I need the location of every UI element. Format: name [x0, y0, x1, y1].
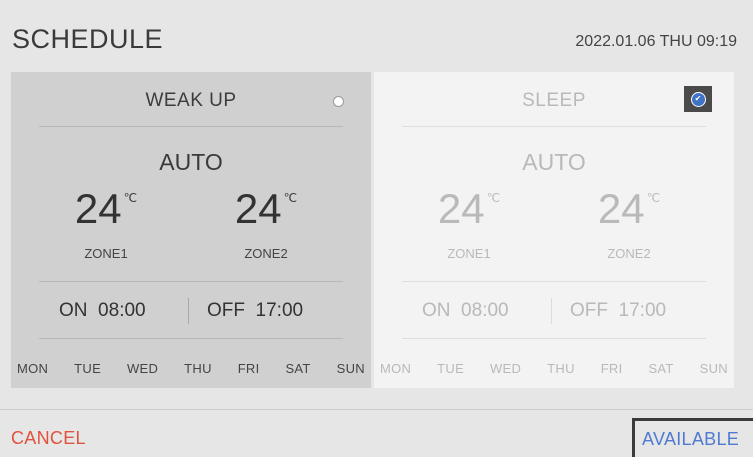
day-fri: FRI — [237, 361, 260, 376]
selected-checkbox[interactable]: ✔ — [684, 86, 712, 112]
schedule-card-weak-up[interactable]: WEAK UP AUTO 24 ℃ 24 ℃ ZONE1 ZONE2 ON 08:0… — [11, 72, 371, 388]
header: SCHEDULE 2022.01.06 THU 09:19 — [0, 0, 753, 68]
radio-empty-icon[interactable] — [333, 96, 344, 107]
day-tue: TUE — [437, 361, 465, 376]
celsius-unit: ℃ — [283, 191, 298, 205]
day-mon: MON — [17, 361, 49, 376]
divider — [39, 338, 343, 339]
off-time: OFF 17:00 — [207, 300, 304, 321]
divider — [39, 281, 343, 282]
zone2-temperature: 24 ℃ — [597, 185, 661, 232]
cancel-button[interactable]: CANCEL — [11, 428, 86, 449]
weekday-row: MON TUE WED THU FRI SAT SUN — [380, 361, 728, 376]
day-sat: SAT — [648, 361, 674, 376]
day-wed: WED — [489, 361, 522, 376]
day-mon: MON — [380, 361, 412, 376]
on-time: ON 08:00 — [59, 300, 146, 321]
day-tue: TUE — [74, 361, 102, 376]
divider — [402, 281, 706, 282]
divider — [39, 126, 343, 127]
zone2-temperature: 24 ℃ — [234, 185, 298, 232]
zone1-label: ZONE1 — [447, 246, 491, 261]
zone2-label: ZONE2 — [244, 246, 288, 261]
schedule-name: WEAK UP — [145, 90, 237, 111]
day-thu: THU — [184, 361, 212, 376]
page-title: SCHEDULE — [12, 24, 164, 54]
mode-label: AUTO — [522, 149, 586, 175]
mode-label: AUTO — [159, 149, 223, 175]
day-fri: FRI — [600, 361, 623, 376]
celsius-unit: ℃ — [123, 191, 138, 205]
schedule-card-sleep[interactable]: SLEEP ✔ AUTO 24 ℃ 24 ℃ ZONE1 ZONE2 ON 08:0… — [374, 72, 734, 388]
zone1-temperature: 24 ℃ — [437, 185, 501, 232]
divider — [402, 126, 706, 127]
celsius-unit: ℃ — [646, 191, 661, 205]
divider — [402, 338, 706, 339]
off-time: OFF 17:00 — [570, 300, 667, 321]
zone1-label: ZONE1 — [84, 246, 128, 261]
day-sun: SUN — [699, 361, 728, 376]
zone2-label: ZONE2 — [607, 246, 651, 261]
day-sun: SUN — [336, 361, 365, 376]
footer-divider — [0, 409, 753, 410]
day-sat: SAT — [285, 361, 311, 376]
celsius-unit: ℃ — [486, 191, 501, 205]
day-wed: WED — [126, 361, 159, 376]
available-button[interactable]: AVAILABLE — [632, 418, 753, 457]
day-thu: THU — [547, 361, 575, 376]
on-time: ON 08:00 — [422, 300, 509, 321]
timer-divider — [188, 298, 189, 324]
check-circle-icon: ✔ — [690, 91, 706, 107]
timer-divider — [551, 298, 552, 324]
datetime: 2022.01.06 THU 09:19 — [575, 33, 737, 50]
weekday-row: MON TUE WED THU FRI SAT SUN — [17, 361, 365, 376]
schedule-name: SLEEP — [522, 90, 586, 111]
zone1-temperature: 24 ℃ — [74, 185, 138, 232]
